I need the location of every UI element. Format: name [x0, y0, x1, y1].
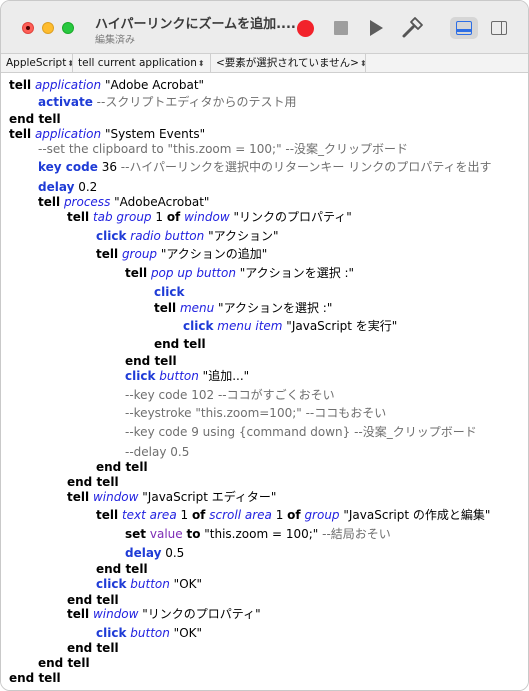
document-status: 編集済み [95, 35, 135, 46]
popup-arrows-icon: ⬍ [360, 59, 365, 68]
navigation-bar: AppleScript⬍ tell current application⬍ <… [1, 54, 528, 73]
code-line: click radio button "アクション" [96, 229, 279, 243]
script-editor-text-area[interactable]: tell application "Adobe Acrobat" activat… [1, 73, 528, 690]
code-line: tell window "リンクのプロパティ" [67, 607, 261, 621]
code-line: --keystroke "this.zoom=100;" --ココもおそい [125, 406, 387, 420]
run-icon[interactable] [370, 20, 383, 36]
code-line: tell tab group 1 of window "リンクのプロパティ" [67, 210, 352, 224]
code-line: --set the clipboard to "this.zoom = 100;… [38, 142, 409, 156]
code-line: end tell [9, 671, 61, 685]
element-label: <要素が選択されていません> [216, 57, 359, 69]
code-line: tell application "Adobe Acrobat" [9, 78, 205, 92]
code-line: activate --スクリプトエディタからのテスト用 [38, 95, 297, 109]
code-line: set value to "this.zoom = 100;" --結局おそい [125, 527, 391, 541]
code-line: key code 36 --ハイパーリンクを選択中のリターンキー リンクのプロパ… [38, 160, 492, 174]
script-editor-window: ハイパーリンクにズームを追加.... 編集済み AppleScript⬍ tel… [0, 0, 529, 691]
code-line: --key code 9 using {command down} --没案_ク… [125, 425, 477, 439]
code-line: tell window "JavaScript エディター" [67, 490, 277, 504]
code-line: end tell [154, 337, 206, 351]
document-title[interactable]: ハイパーリンクにズームを追加.... [95, 13, 296, 32]
popup-arrows-icon: ⬍ [197, 59, 205, 68]
close-window-button[interactable] [22, 22, 34, 34]
title-bar: ハイパーリンクにズームを追加.... 編集済み [1, 1, 528, 54]
element-selector[interactable]: <要素が選択されていません>⬍ [211, 54, 366, 72]
bottom-panel-icon [456, 21, 472, 35]
target-label: tell current application [78, 57, 197, 69]
minimize-window-button[interactable] [42, 22, 54, 34]
side-panel-icon [491, 21, 507, 35]
record-icon[interactable] [297, 20, 314, 37]
zoom-window-button[interactable] [62, 22, 74, 34]
show-sidebar-button[interactable] [485, 17, 513, 39]
code-line: tell group "アクションの追加" [96, 247, 268, 261]
code-line: tell pop up button "アクションを選択 :" [125, 266, 355, 280]
code-line: tell text area 1 of scroll area 1 of gro… [96, 508, 491, 522]
stop-icon[interactable] [334, 21, 348, 35]
target-selector[interactable]: tell current application⬍ [73, 54, 211, 72]
code-line: click button "追加..." [125, 369, 250, 383]
code-line: tell menu "アクションを選択 :" [154, 301, 333, 315]
compile-hammer-icon[interactable] [400, 16, 424, 40]
code-line: click menu item "JavaScript を実行" [183, 319, 398, 333]
language-label: AppleScript [6, 57, 67, 69]
show-log-panel-button[interactable] [450, 17, 478, 39]
language-selector[interactable]: AppleScript⬍ [1, 54, 73, 72]
code-line: --key code 102 --ココがすごくおそい [125, 388, 335, 402]
